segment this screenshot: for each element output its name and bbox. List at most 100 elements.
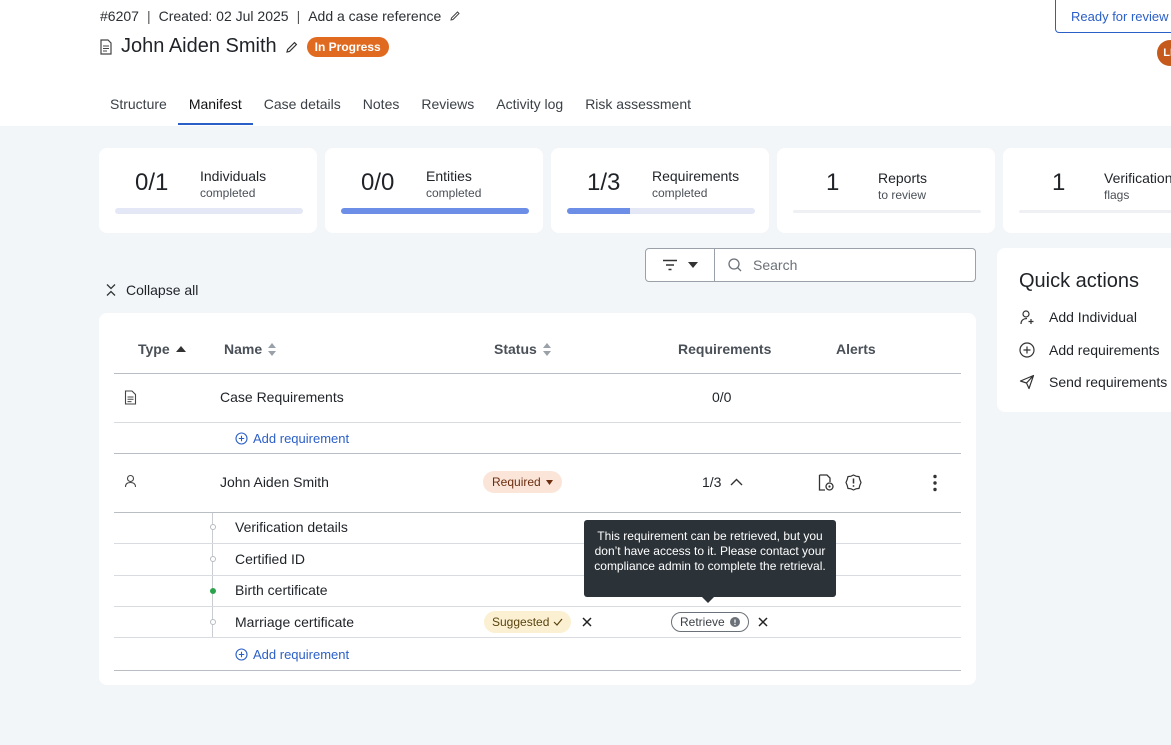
add-individual-requirement-link[interactable]: Add requirement [235,647,349,662]
quick-action-label: Add requirements [1049,342,1160,358]
case-reference-link[interactable]: Add a case reference [308,8,441,24]
incomplete-dot [210,524,216,530]
meta-separator: | [146,8,151,24]
stat-reports[interactable]: 1 Reports to review [777,148,995,233]
quick-actions-panel: Quick actions Add Individual Add require… [997,248,1171,412]
tab-structure[interactable]: Structure [99,92,178,125]
column-alerts: Alerts [836,341,876,357]
document-icon [124,390,137,405]
sort-icon [268,342,277,356]
stat-divider [1019,210,1171,213]
check-icon [553,618,563,626]
stat-title: Individuals [200,168,267,184]
add-case-requirement-link[interactable]: Add requirement [235,431,349,446]
tab-manifest[interactable]: Manifest [177,92,253,125]
info-icon [729,617,740,627]
edit-title-icon[interactable] [285,40,299,54]
row-divider [114,422,961,423]
dismiss-suggestion-icon[interactable] [582,617,592,627]
stat-progress [115,208,303,214]
requirement-item[interactable]: Birth certificate [235,582,328,598]
tab-notes[interactable]: Notes [352,92,411,125]
column-status[interactable]: Status [494,341,551,357]
add-requirements-action[interactable]: Add requirements [1019,342,1160,358]
stat-requirements: 1/3 Requirements completed [551,148,769,233]
column-name[interactable]: Name [224,341,277,357]
stat-title: Requirements [652,168,740,184]
stat-label: Verification flags [1104,170,1171,204]
column-label: Name [224,341,263,357]
tab-risk-assessment[interactable]: Risk assessment [574,92,702,125]
send-icon [1019,374,1035,390]
quick-action-label: Add Individual [1049,309,1137,325]
quick-action-label: Send requirements [1049,374,1168,390]
stat-title: Reports [878,170,928,186]
incomplete-dot [210,556,216,562]
sort-icon [542,342,551,356]
stat-subtitle: to review [878,188,927,202]
individual-name[interactable]: John Aiden Smith [220,474,329,490]
retrieve-tooltip: This requirement can be retrieved, but y… [584,520,836,603]
case-requirements-name: Case Requirements [220,389,344,405]
add-requirement-label: Add requirement [253,431,350,446]
stat-subtitle: flags [1104,188,1130,202]
stat-subtitle: completed [652,186,708,200]
complete-dot [210,588,216,594]
case-meta: #6207 | Created: 02 Jul 2025 | Add a cas… [100,8,461,24]
requirement-item[interactable]: Certified ID [235,551,305,567]
column-requirements: Requirements [678,341,772,357]
stat-label: Entities completed [426,168,481,202]
stat-label: Requirements completed [652,168,739,202]
add-individual-action[interactable]: Add Individual [1019,309,1137,325]
tab-case-details[interactable]: Case details [253,92,352,125]
stat-label: Reports to review [878,170,927,204]
avatar[interactable]: LL [1157,40,1171,66]
status-label: Suggested [492,615,550,629]
tab-bar: Structure Manifest Case details Notes Re… [99,92,702,125]
status-badge: In Progress [306,36,389,57]
page-header: #6207 | Created: 02 Jul 2025 | Add a cas… [0,0,1171,126]
meta-separator: | [296,8,301,24]
send-requirements-action[interactable]: Send requirements [1019,374,1167,390]
tab-reviews[interactable]: Reviews [410,92,485,125]
quick-actions-title: Quick actions [1019,270,1140,292]
column-label: Status [494,341,537,357]
plus-circle-icon [235,432,248,445]
plus-circle-icon [235,648,248,661]
stat-subtitle: completed [200,186,256,200]
required-status-dropdown[interactable]: Required [483,471,562,493]
manifest-table: Type Name Status Requirements Alerts Cas… [99,313,976,685]
row-divider [114,606,961,607]
stat-progress [341,208,529,214]
person-icon [124,474,137,488]
stat-verification-flags[interactable]: 1 Verification flags [1003,148,1171,233]
stat-title: Verification [1104,170,1171,186]
case-title: John Aiden Smith In Progress [99,35,389,58]
remove-requirement-icon[interactable] [758,617,768,627]
stat-progress [567,208,755,214]
collapse-all-button[interactable]: Collapse all [104,282,198,298]
status-label: Required [492,475,541,489]
case-id: #6207 [100,8,139,24]
row-divider [114,670,961,671]
suggested-status[interactable]: Suggested [484,611,572,633]
chevron-up-icon[interactable] [730,478,743,486]
page-title: John Aiden Smith [121,35,277,57]
stat-value: 1 [1052,169,1066,196]
collapse-all-label: Collapse all [126,282,199,298]
collapse-icon [104,283,118,297]
requirement-item[interactable]: Verification details [235,519,348,535]
report-view-icon[interactable] [818,474,835,492]
more-options-icon[interactable] [933,474,937,492]
ready-for-review-button[interactable]: Ready for review [1055,0,1171,33]
filter-button[interactable] [645,248,715,282]
alert-icon[interactable] [845,474,862,491]
tab-activity-log[interactable]: Activity log [485,92,574,125]
header-divider [114,373,961,374]
requirement-item[interactable]: Marriage certificate [235,614,354,630]
row-divider [114,512,961,513]
column-type[interactable]: Type [138,341,186,357]
search-input[interactable] [751,256,955,274]
retrieve-button[interactable]: Retrieve [671,612,749,632]
edit-reference-icon[interactable] [449,10,461,22]
